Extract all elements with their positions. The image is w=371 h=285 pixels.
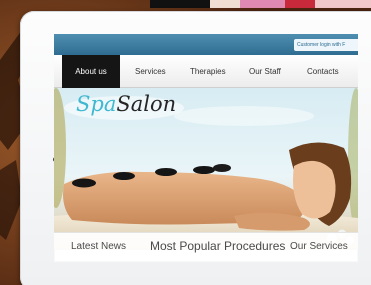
main-nav: About us Services Therapies Our Staff Co… (54, 55, 358, 88)
customer-login-link[interactable]: Customer login with F (294, 39, 358, 51)
nav-services[interactable]: Services (135, 55, 166, 88)
top-bar: Customer login with F (54, 34, 358, 55)
latest-news-link[interactable]: Latest News (71, 241, 126, 252)
nav-contacts[interactable]: Contacts (307, 55, 339, 88)
spa-salon-logo: SpaSalon (76, 92, 176, 116)
most-popular-procedures-link[interactable]: Most Popular Procedures (150, 239, 285, 253)
nav-about-us[interactable]: About us (62, 55, 120, 88)
logo-salon-text: Salon (116, 92, 177, 116)
nav-our-staff[interactable]: Our Staff (249, 55, 281, 88)
nav-therapies[interactable]: Therapies (190, 55, 226, 88)
logo-spa-text: Spa (76, 92, 117, 116)
bottom-links-bar: Latest News Most Popular Procedures Our … (54, 232, 358, 262)
tablet-screen: Customer login with F About us Services … (54, 34, 358, 262)
our-services-link[interactable]: Our Services (290, 241, 348, 252)
